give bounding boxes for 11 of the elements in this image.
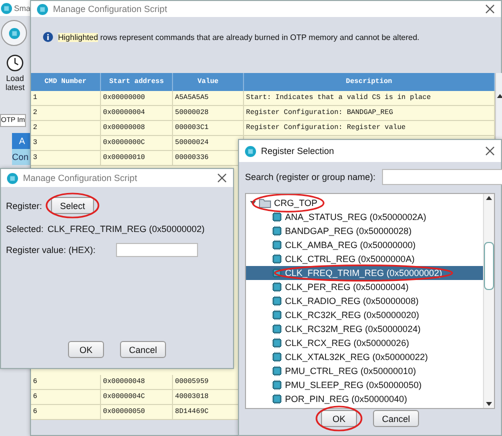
register-label: Register:	[6, 200, 42, 210]
window-title: Manage Configuration Script	[53, 4, 168, 14]
window-title: Register Selection	[261, 146, 336, 156]
selected-label: Selected:	[6, 224, 44, 234]
selected-register: CLK_FREQ_TRIM_REG (0x50000002)	[48, 224, 205, 234]
info-message: Highlighted rows represent commands that are already burned in OTP memory and cannot be altered.	[58, 32, 420, 42]
register-value-label: Register value: (HEX):	[6, 245, 96, 255]
window-title: Manage Configuration Script	[23, 173, 138, 183]
window-title: Sma	[14, 4, 30, 12]
tree-label: CRG_TOP	[274, 198, 318, 208]
search-label: Search (register or group name):	[245, 172, 376, 182]
